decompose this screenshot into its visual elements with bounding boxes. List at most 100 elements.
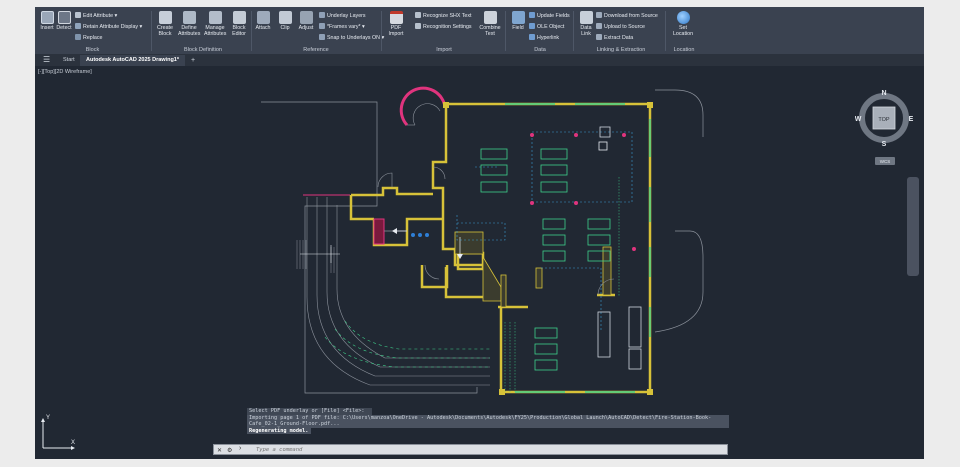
pdf-import-button[interactable]: PDF Import — [385, 11, 407, 37]
frames-icon — [319, 23, 325, 29]
magenta-stair — [373, 218, 385, 245]
define-attributes-button[interactable]: Define Attributes — [178, 11, 200, 37]
curved-steps — [306, 197, 490, 386]
download-icon — [596, 12, 602, 18]
data-link-icon — [579, 11, 593, 24]
customize-icon[interactable]: ⚙ — [227, 447, 232, 454]
ucs-icon: Y X — [41, 415, 75, 450]
adjust-icon — [299, 11, 313, 24]
reference-panel: Attach Clip Adjust Underlay Layers *Fram… — [251, 7, 384, 54]
upload-to-source-button[interactable]: Upload to Source — [596, 23, 645, 30]
panel-divider — [151, 11, 152, 51]
block-editor-icon — [232, 11, 246, 24]
set-location-button[interactable]: Set Location — [669, 11, 697, 37]
block-definition-panel: Create Block Define Attributes Manage At… — [153, 7, 253, 54]
hyperlink-button[interactable]: Hyperlink — [529, 34, 559, 41]
combine-text-icon — [483, 11, 497, 24]
clip-icon — [278, 11, 292, 24]
block-panel-label: Block — [85, 47, 100, 53]
insert-icon — [40, 11, 54, 24]
command-line: ✕ ⚙ › — [213, 444, 728, 455]
menu-icon[interactable]: ☰ — [37, 55, 51, 66]
replace-button[interactable]: Replace — [75, 34, 102, 41]
edit-attribute-icon — [75, 12, 81, 18]
compass-east[interactable]: E — [909, 116, 914, 123]
panel-divider — [505, 11, 506, 51]
command-history-line: Cafe_02-1_Ground-Floor.pdf... — [247, 421, 729, 428]
door-markers — [411, 233, 429, 237]
document-tab-bar: ☰ Start Autodesk AutoCAD 2025 Drawing1* … — [35, 54, 924, 66]
retain-attribute-icon — [75, 23, 81, 29]
field-button[interactable]: Field — [507, 11, 529, 31]
define-attributes-icon — [182, 11, 196, 24]
update-fields-button[interactable]: Update Fields — [529, 12, 570, 19]
viewport-controls-label[interactable]: [-][Top][2D Wireframe] — [38, 69, 92, 75]
location-panel: Set Location Location — [667, 7, 701, 54]
block-editor-button[interactable]: Block Editor — [228, 11, 250, 37]
upload-icon — [596, 23, 602, 29]
close-icon[interactable]: ✕ — [217, 447, 222, 454]
entry-stairs — [296, 240, 335, 273]
detect-icon — [57, 11, 71, 24]
field-icon — [511, 11, 525, 24]
pdf-import-icon — [389, 11, 403, 24]
navigation-bar[interactable] — [907, 177, 919, 276]
data-panel: Field Update Fields OLE Object Hyperlink… — [507, 7, 573, 54]
panel-divider — [381, 11, 382, 51]
linking-extraction-panel: Data Link Download from Source Upload to… — [575, 7, 667, 54]
snap-icon — [319, 34, 325, 40]
door-swings — [377, 166, 615, 296]
viewcube[interactable]: TOP N S E W WCS — [855, 86, 915, 171]
update-fields-icon — [529, 12, 535, 18]
ole-object-icon — [529, 23, 535, 29]
tab-drawing1[interactable]: Autodesk AutoCAD 2025 Drawing1* — [80, 55, 186, 66]
create-block-icon — [158, 11, 172, 24]
detect-button[interactable]: Detect — [53, 11, 75, 31]
create-block-button[interactable]: Create Block — [154, 11, 176, 37]
compass-north[interactable]: N — [881, 90, 886, 97]
ole-object-button[interactable]: OLE Object — [529, 23, 564, 30]
download-from-source-button[interactable]: Download from Source — [596, 12, 658, 19]
tab-start[interactable]: Start — [57, 55, 81, 66]
command-input[interactable] — [256, 445, 726, 454]
extract-data-button[interactable]: Extract Data — [596, 34, 633, 41]
globe-icon — [676, 11, 690, 24]
spiral-staircase — [399, 86, 447, 127]
recognition-settings-button[interactable]: Recognition Settings — [415, 23, 472, 30]
panel-divider — [665, 11, 666, 51]
command-search-icon[interactable]: › — [239, 445, 241, 452]
extract-data-icon — [596, 34, 602, 40]
data-panel-label: Data — [534, 47, 546, 53]
replace-icon — [75, 34, 81, 40]
manage-attributes-button[interactable]: Manage Attributes — [204, 11, 226, 37]
compass-west[interactable]: W — [855, 116, 862, 123]
linking-panel-label: Linking & Extraction — [596, 47, 646, 53]
curved-railings — [324, 320, 490, 368]
clip-button[interactable]: Clip — [274, 11, 296, 31]
manage-attributes-icon — [208, 11, 222, 24]
command-history: Select PDF underlay or [File] <File>: Im… — [247, 408, 729, 444]
windows — [505, 103, 651, 393]
hyperlink-icon — [529, 34, 535, 40]
underlay-layers-button[interactable]: Underlay Layers — [319, 12, 366, 19]
drawing-canvas[interactable] — [35, 66, 924, 459]
snap-to-underlays-dropdown[interactable]: Snap to Underlays ON ▾ — [319, 34, 384, 41]
block-definition-panel-label: Block Definition — [184, 47, 222, 53]
combine-text-button[interactable]: Combine Text — [479, 11, 501, 37]
attach-button[interactable]: Attach — [252, 11, 274, 31]
data-link-button[interactable]: Data Link — [575, 11, 597, 37]
compass-south[interactable]: S — [882, 141, 887, 148]
viewcube-top-label: TOP — [878, 117, 890, 123]
edit-attribute-button[interactable]: Edit Attribute ▾ — [75, 12, 117, 19]
block-panel: Insert Detect Edit Attribute ▾ Retain At… — [35, 7, 150, 54]
recognize-shx-text-button[interactable]: Recognize SHX Text — [415, 12, 471, 19]
retain-attribute-display-button[interactable]: Retain Attribute Display ▾ — [75, 23, 142, 30]
command-history-line: Importing page 1 of PDF file: C:\Users\m… — [247, 414, 729, 422]
import-panel: PDF Import Recognize SHX Text Recognitio… — [383, 7, 505, 54]
ucs-x-label: X — [71, 440, 75, 446]
ribbon: Insert Detect Edit Attribute ▾ Retain At… — [35, 7, 924, 54]
frames-vary-dropdown[interactable]: *Frames vary* ▾ — [319, 23, 365, 30]
adjust-button[interactable]: Adjust — [295, 11, 317, 31]
recognize-text-icon — [415, 12, 421, 18]
new-tab-button[interactable]: + — [185, 55, 201, 66]
